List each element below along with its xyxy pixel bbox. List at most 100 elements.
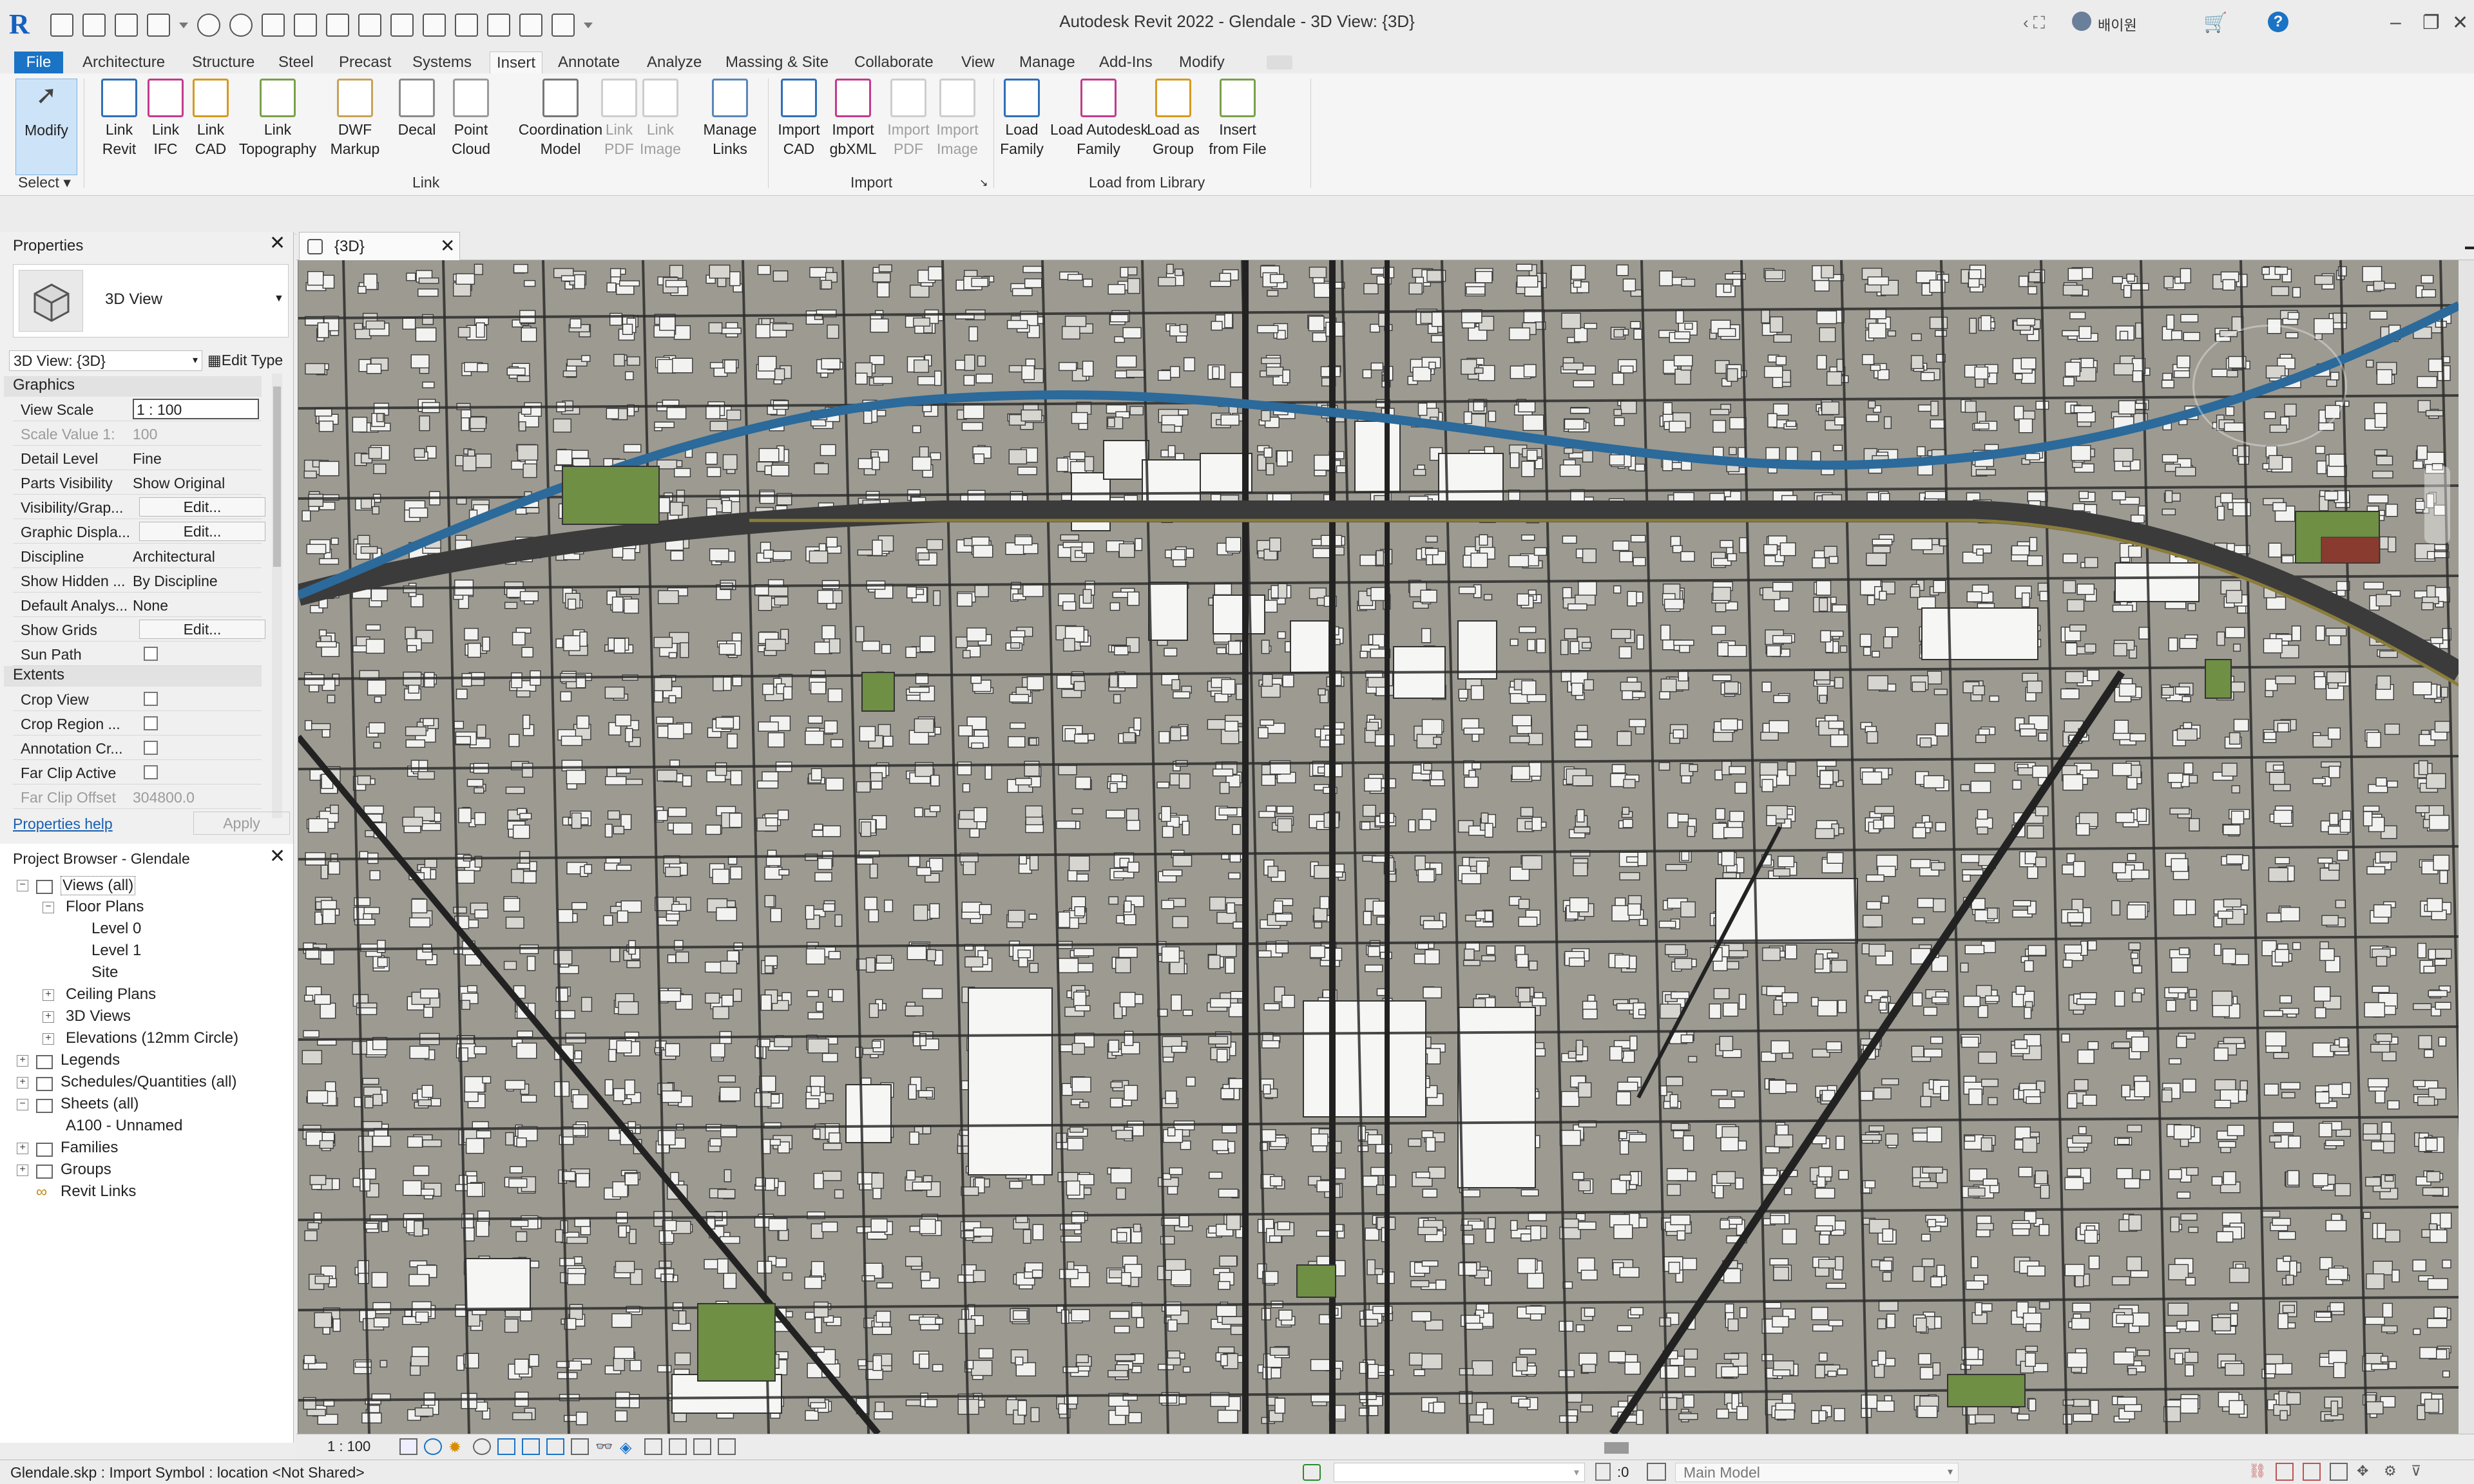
view-tab-3d[interactable]: {3D} ✕	[299, 232, 460, 260]
property-value[interactable]: 1 : 100	[133, 399, 259, 419]
properties-scrollbar[interactable]	[272, 374, 282, 818]
tab-add-ins[interactable]: Add-Ins	[1099, 52, 1153, 73]
close-icon[interactable]: ✕	[269, 845, 285, 868]
browser-node[interactable]: Site	[91, 964, 118, 982]
property-row[interactable]: Parts Visibility Show Original	[13, 470, 262, 495]
property-row[interactable]: Sun Path	[13, 642, 262, 666]
ribbon-button-library-1[interactable]: Load Autodesk Family	[1050, 79, 1148, 175]
edit-button[interactable]: Edit...	[139, 497, 265, 517]
property-checkbox[interactable]	[144, 741, 158, 755]
close-icon[interactable]: ✕	[2452, 12, 2468, 34]
tab-analyze[interactable]: Analyze	[647, 52, 702, 73]
expand-icon[interactable]: +	[43, 1033, 54, 1045]
expand-icon[interactable]: +	[17, 1077, 28, 1089]
sun-path-checkbox[interactable]	[144, 647, 158, 661]
edit-button[interactable]: Edit...	[139, 522, 265, 541]
browser-node[interactable]: Ceiling Plans	[66, 985, 156, 1004]
browser-node[interactable]: Views (all)	[61, 876, 136, 895]
tab-structure[interactable]: Structure	[192, 52, 254, 73]
apply-button[interactable]: Apply	[193, 812, 290, 835]
instance-filter-dropdown[interactable]: 3D View: {3D} ▾	[9, 350, 202, 371]
property-checkbox[interactable]	[144, 692, 158, 706]
property-row[interactable]: Crop Region ...	[13, 711, 262, 736]
property-section-header[interactable]: Graphics	[4, 376, 262, 397]
city-model-3d-view[interactable]	[298, 260, 2459, 1434]
ribbon-button-link-3[interactable]: Link Topography	[229, 79, 326, 175]
user-name[interactable]: 배이원	[2098, 14, 2137, 35]
properties-help-link[interactable]: Properties help	[13, 815, 113, 833]
property-value[interactable]: None	[133, 597, 259, 614]
modify-button[interactable]: ➚ Modify	[15, 79, 77, 175]
property-value[interactable]: By Discipline	[133, 573, 259, 590]
tab-architecture[interactable]: Architecture	[82, 52, 165, 73]
ribbon-button-link-9[interactable]: Link Image	[631, 79, 689, 175]
collapse-icon[interactable]: −	[17, 880, 28, 891]
browser-node[interactable]: Floor Plans	[66, 898, 144, 916]
collapse-icon[interactable]: −	[17, 1099, 28, 1110]
ribbon-button-library-2[interactable]: Load as Group	[1144, 79, 1202, 175]
tab-modify[interactable]: Modify	[1179, 52, 1225, 73]
ribbon-button-import-3[interactable]: Import Image	[932, 79, 983, 175]
tab-view[interactable]: View	[961, 52, 995, 73]
ribbon-button-library-0[interactable]: Load Family	[997, 79, 1046, 175]
ribbon-toggle-icon[interactable]	[1267, 55, 1292, 70]
browser-node[interactable]: Elevations (12mm Circle)	[66, 1029, 238, 1047]
property-row[interactable]: Detail Level Fine	[13, 446, 262, 470]
browser-node[interactable]: Level 1	[91, 942, 141, 960]
property-row[interactable]: Graphic Displa... Edit...	[13, 519, 265, 544]
property-section-header[interactable]: Extents	[4, 666, 262, 687]
dialog-launcher-icon[interactable]: ↘	[979, 176, 988, 189]
ribbon-button-import-0[interactable]: Import CAD	[773, 79, 825, 175]
ribbon-button-import-1[interactable]: Import gbXML	[823, 79, 883, 175]
property-checkbox[interactable]	[144, 765, 158, 779]
chevron-down-icon[interactable]: ▼	[274, 293, 284, 305]
user-icon[interactable]	[2072, 12, 2091, 31]
ribbon-button-import-2[interactable]: Import PDF	[883, 79, 934, 175]
tab-menu-icon[interactable]: ▬	[2465, 241, 2474, 251]
browser-node[interactable]: Legends	[61, 1051, 120, 1069]
browser-node[interactable]: 3D Views	[66, 1007, 131, 1025]
ribbon-button-link-10[interactable]: Manage Links	[688, 79, 772, 175]
browser-node[interactable]: Revit Links	[61, 1183, 136, 1201]
expand-icon[interactable]: +	[17, 1055, 28, 1067]
tab-precast[interactable]: Precast	[339, 52, 391, 73]
tab-insert[interactable]: Insert	[490, 52, 543, 73]
minimize-icon[interactable]: –	[2390, 12, 2401, 33]
expand-icon[interactable]: +	[43, 989, 54, 1001]
tab-systems[interactable]: Systems	[412, 52, 472, 73]
property-row[interactable]: Far Clip Offset 304800.0	[13, 785, 262, 809]
edit-type-button[interactable]: ▦Edit Type	[207, 352, 283, 369]
collapse-icon[interactable]: −	[43, 902, 54, 913]
tab-annotate[interactable]: Annotate	[558, 52, 620, 73]
help-icon[interactable]: ?	[2268, 12, 2288, 32]
edit-button[interactable]: Edit...	[139, 620, 265, 639]
property-row[interactable]: Scale Value 1: 100	[13, 421, 262, 446]
browser-node[interactable]: A100 - Unnamed	[66, 1117, 182, 1135]
expand-icon[interactable]: +	[17, 1143, 28, 1154]
browser-node[interactable]: Schedules/Quantities (all)	[61, 1073, 236, 1091]
property-row[interactable]: Crop View	[13, 687, 262, 711]
browser-node[interactable]: Groups	[61, 1161, 111, 1179]
tab-file[interactable]: File	[14, 52, 63, 73]
tab-manage[interactable]: Manage	[1019, 52, 1075, 73]
property-row[interactable]: Show Hidden ... By Discipline	[13, 568, 262, 593]
property-row[interactable]: Default Analys... None	[13, 593, 262, 617]
tab-steel[interactable]: Steel	[278, 52, 314, 73]
property-row[interactable]: View Scale 1 : 100	[13, 397, 262, 421]
property-row[interactable]: Discipline Architectural	[13, 544, 262, 568]
property-value[interactable]: Fine	[133, 450, 259, 468]
browser-node[interactable]: Level 0	[91, 920, 141, 938]
search-arrows-icon[interactable]: ‹ ⛶	[2023, 13, 2045, 33]
close-tab-icon[interactable]: ✕	[440, 235, 455, 256]
cart-icon[interactable]: 🛒	[2203, 12, 2227, 34]
ribbon-button-library-3[interactable]: Insert from File	[1202, 79, 1273, 175]
property-checkbox[interactable]	[144, 716, 158, 730]
property-row[interactable]: Visibility/Grap... Edit...	[13, 495, 265, 519]
ribbon-button-link-4[interactable]: DWF Markup	[326, 79, 384, 175]
tab-massing-site[interactable]: Massing & Site	[725, 52, 829, 73]
browser-node[interactable]: Families	[61, 1139, 118, 1157]
property-row[interactable]: Annotation Cr...	[13, 736, 262, 760]
expand-icon[interactable]: +	[17, 1165, 28, 1176]
property-row[interactable]: Show Grids Edit...	[13, 617, 265, 642]
type-selector[interactable]: 3D View ▼	[13, 264, 289, 338]
